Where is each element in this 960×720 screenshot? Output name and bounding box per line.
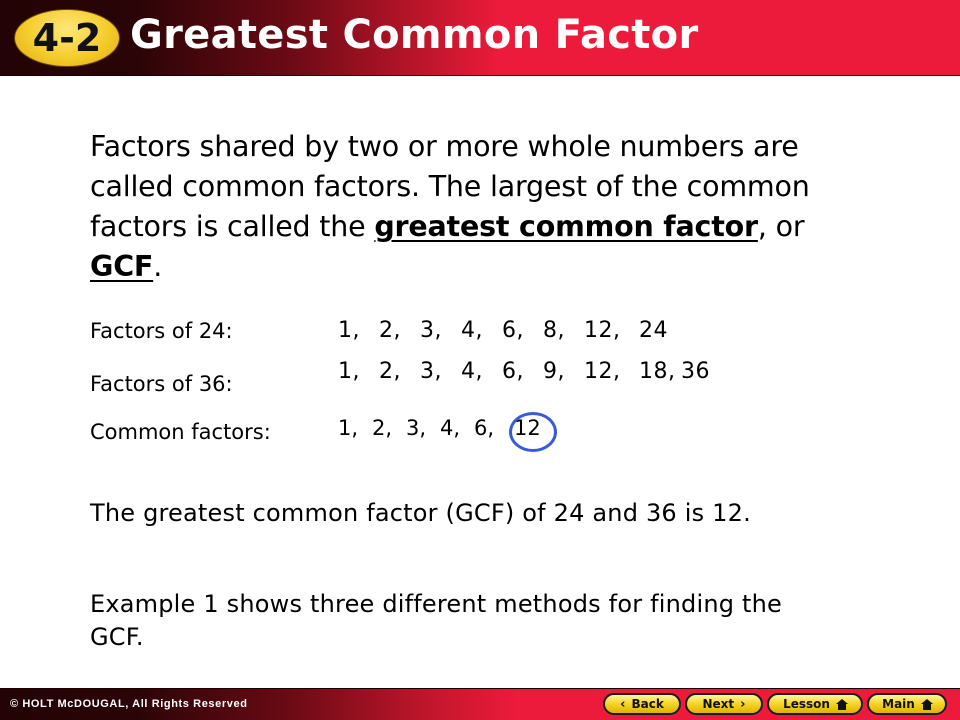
header-bar: 4-2 Greatest Common Factor bbox=[0, 0, 960, 76]
factors-24-label: Factors of 24: bbox=[90, 319, 233, 343]
term-greatest-common-factor: greatest common factor bbox=[374, 210, 758, 243]
factor-value: 24 bbox=[639, 318, 668, 343]
home-icon bbox=[835, 698, 848, 710]
factor-value: 6, bbox=[502, 318, 524, 343]
gcf-result-paragraph: The greatest common factor (GCF) of 24 a… bbox=[90, 499, 751, 527]
lesson-button-label: Lesson bbox=[783, 697, 830, 711]
common-factors-label: Common factors: bbox=[90, 420, 271, 444]
intro-text-2: , or bbox=[757, 210, 805, 243]
lesson-number-badge: 4-2 bbox=[14, 9, 120, 67]
next-button[interactable]: Next › bbox=[685, 693, 763, 715]
back-button-label: Back bbox=[631, 697, 664, 711]
next-button-label: Next bbox=[702, 697, 735, 711]
lesson-number: 4-2 bbox=[32, 16, 102, 60]
factor-value: 12, bbox=[584, 359, 621, 384]
factor-value: 9, bbox=[543, 359, 565, 384]
factor-value: 1, bbox=[338, 318, 360, 343]
page-title: Greatest Common Factor bbox=[130, 12, 699, 58]
term-gcf: GCF bbox=[90, 250, 154, 283]
copyright-text: © HOLT McDOUGAL, All Rights Reserved bbox=[10, 698, 248, 710]
main-button-label: Main bbox=[882, 697, 915, 711]
footer-bar: © HOLT McDOUGAL, All Rights Reserved ‹ B… bbox=[0, 688, 960, 720]
factor-value: 3, bbox=[406, 416, 427, 440]
factor-value: 4, bbox=[440, 416, 461, 440]
factor-value: 2, bbox=[372, 416, 393, 440]
chevron-right-icon: › bbox=[740, 696, 746, 712]
factor-value: 4, bbox=[461, 318, 483, 343]
factor-value: 8, bbox=[543, 318, 565, 343]
common-factors-values: 1, 2, 3, 4, 6, 12 bbox=[338, 412, 557, 452]
factors-36-values: 1, 2, 3, 4, 6, 9, 12, 18, 36 bbox=[338, 359, 710, 384]
factor-value: 3, bbox=[420, 318, 442, 343]
factor-value: 2, bbox=[379, 318, 401, 343]
factor-value: 6, bbox=[502, 359, 524, 384]
lesson-button[interactable]: Lesson bbox=[767, 693, 863, 715]
back-button[interactable]: ‹ Back bbox=[603, 693, 681, 715]
main-button[interactable]: Main bbox=[867, 693, 947, 715]
factor-value: 3, bbox=[420, 359, 442, 384]
factor-value: 6, bbox=[474, 416, 495, 440]
chevron-left-icon: ‹ bbox=[620, 696, 626, 712]
factor-value: 18, bbox=[639, 359, 676, 384]
intro-paragraph: Factors shared by two or more whole numb… bbox=[90, 127, 860, 287]
factor-value: 12, bbox=[584, 318, 621, 343]
gcf-highlight-circle: 12 bbox=[509, 412, 557, 452]
factor-value: 2, bbox=[379, 359, 401, 384]
home-icon bbox=[920, 698, 933, 710]
factor-value: 1, bbox=[338, 416, 359, 440]
intro-text-3: . bbox=[153, 250, 163, 283]
factor-value: 1, bbox=[338, 359, 360, 384]
example-note-paragraph: Example 1 shows three different methods … bbox=[90, 590, 782, 651]
factors-24-values: 1, 2, 3, 4, 6, 8, 12, 24 bbox=[338, 318, 668, 343]
factor-value: 4, bbox=[461, 359, 483, 384]
factors-36-label: Factors of 36: bbox=[90, 372, 233, 396]
factor-value: 36 bbox=[681, 359, 710, 384]
